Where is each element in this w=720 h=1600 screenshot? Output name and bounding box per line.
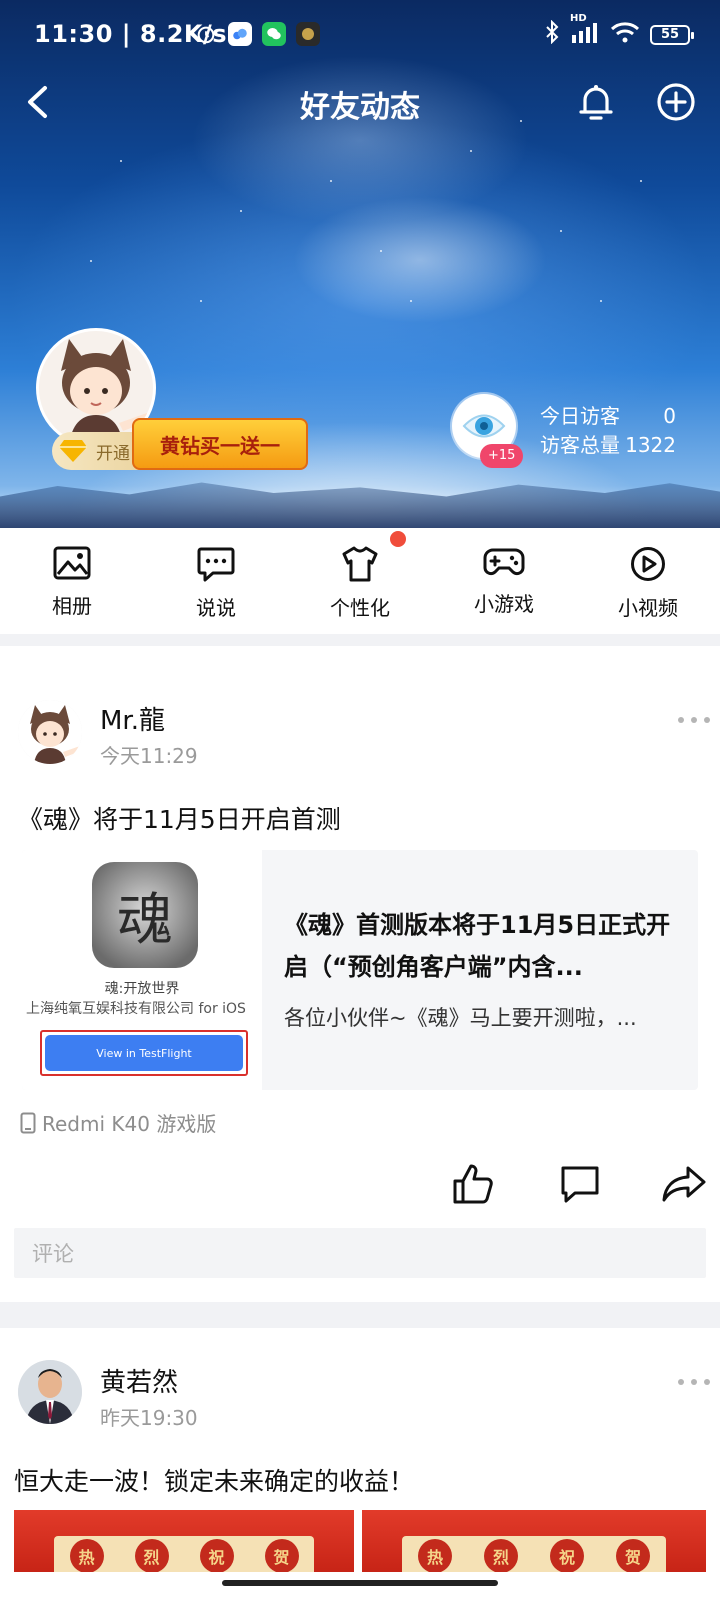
app-logo-char: 魂 <box>117 887 173 953</box>
testflight-button: View in TestFlight <box>45 1035 243 1071</box>
more-options-button[interactable] <box>674 710 714 730</box>
thumb-app-name: 魂:开放世界 <box>104 981 180 997</box>
image-seal: 贺 <box>616 1539 650 1572</box>
today-visitors-value: 0 <box>663 404 676 428</box>
play-icon <box>631 547 665 581</box>
menu-minigames[interactable]: 小游戏 <box>432 528 576 634</box>
alarm-icon <box>194 22 218 46</box>
menu-personalize-label: 个性化 <box>330 596 390 620</box>
image-seal: 祝 <box>199 1539 234 1572</box>
yellow-diamond-promo[interactable]: 黄钻买一送一 <box>132 418 308 470</box>
home-indicator[interactable] <box>222 1580 498 1586</box>
bluetooth-icon <box>544 19 560 49</box>
app-logo: 魂 <box>92 862 198 968</box>
post-author-name[interactable]: 黄若然 <box>100 1362 178 1399</box>
total-visitors-value: 1322 <box>625 433 676 457</box>
menu-minigames-label: 小游戏 <box>474 592 534 616</box>
image-seal: 烈 <box>484 1539 518 1572</box>
network-type: HD <box>570 13 587 24</box>
gamepad-icon <box>483 548 525 576</box>
signal-icon: HD <box>570 13 600 48</box>
notifications-button[interactable] <box>572 78 620 126</box>
vip-label: 开通 <box>96 443 130 464</box>
game-app-icon <box>296 22 320 46</box>
device-name: Redmi K40 游戏版 <box>42 1112 217 1136</box>
post-image[interactable]: 热 烈 祝 贺 <box>362 1510 706 1572</box>
post-time: 昨天19:30 <box>100 1406 198 1430</box>
thumbs-up-icon <box>453 1164 493 1204</box>
comment-icon <box>561 1166 599 1203</box>
phone-icon <box>20 1112 36 1133</box>
cloud-app-icon <box>228 22 252 46</box>
post-text: 《魂》将于11月5日开启首测 <box>18 805 341 834</box>
chat-icon <box>197 547 235 582</box>
image-seal: 热 <box>69 1539 104 1572</box>
post-divider <box>0 1302 720 1328</box>
shared-link-card[interactable]: 魂 魂:开放世界 上海纯氧互娱科技有限公司 for iOS View in Te… <box>22 850 698 1090</box>
post-author-avatar[interactable] <box>18 700 82 764</box>
diamond-icon <box>59 440 87 462</box>
post-author-avatar[interactable] <box>18 1360 82 1424</box>
image-seal: 烈 <box>134 1539 169 1572</box>
comment-placeholder: 评论 <box>32 1242 74 1266</box>
eye-icon <box>462 414 506 438</box>
more-dots-icon <box>678 717 684 723</box>
image-seal: 贺 <box>264 1539 299 1572</box>
top-navigation: 好友动态 <box>0 70 720 134</box>
status-bar: 11:30 | 8.2K/s HD 55 <box>0 0 720 70</box>
more-options-button[interactable] <box>674 1372 714 1392</box>
comment-input[interactable]: 评论 <box>14 1228 706 1278</box>
image-seal: 热 <box>418 1539 452 1572</box>
today-visitors-label: 今日访客 <box>540 404 620 428</box>
album-icon <box>53 546 91 580</box>
add-button[interactable] <box>652 78 700 126</box>
menu-album[interactable]: 相册 <box>0 528 144 634</box>
post-text: 恒大走一波！锁定未来确定的收益！ <box>14 1467 415 1496</box>
more-dots-icon <box>678 1379 684 1385</box>
like-button[interactable] <box>450 1160 498 1208</box>
menu-moments[interactable]: 说说 <box>144 528 288 634</box>
comment-button[interactable] <box>556 1160 604 1208</box>
promo-text: 黄钻买一送一 <box>160 433 280 458</box>
new-indicator-dot <box>390 531 406 547</box>
menu-shortvideo[interactable]: 小视频 <box>576 528 720 634</box>
status-time: 11:30 <box>34 20 113 48</box>
thumb-company: 上海纯氧互娱科技有限公司 for iOS <box>26 1001 246 1017</box>
menu-album-label: 相册 <box>52 594 92 618</box>
tshirt-icon <box>342 546 378 582</box>
share-button[interactable] <box>660 1160 708 1208</box>
post-image[interactable]: 热 烈 祝 贺 <box>14 1510 354 1572</box>
wechat-icon <box>262 22 286 46</box>
image-seal: 祝 <box>550 1539 584 1572</box>
plus-circle-icon <box>657 83 695 121</box>
wifi-icon <box>610 21 640 48</box>
menu-moments-label: 说说 <box>196 596 236 620</box>
card-title: 《魂》首测版本将于11月5日正式开启（“预创角客户端”内含... <box>284 911 671 981</box>
card-description: 各位小伙伴~《魂》马上要开测啦，... <box>284 1006 637 1030</box>
battery-level: 55 <box>660 27 680 42</box>
battery-icon: 55 <box>650 24 694 45</box>
post-time: 今天11:29 <box>100 744 198 768</box>
visitor-stats: 今日访客 0 访客总量 1322 <box>540 402 676 460</box>
menu-personalize[interactable]: 个性化 <box>288 528 432 634</box>
total-visitors-label: 访客总量 <box>540 433 620 457</box>
menu-shortvideo-label: 小视频 <box>618 596 678 620</box>
device-info: Redmi K40 游戏版 <box>20 1108 216 1137</box>
visitor-new-count: +15 <box>480 444 524 468</box>
post-author-name[interactable]: Mr.龍 <box>100 700 165 737</box>
quick-menu: 相册 说说 个性化 小游戏 小视频 <box>0 528 720 634</box>
bell-icon <box>579 85 613 120</box>
share-icon <box>662 1166 706 1202</box>
section-divider <box>0 634 720 646</box>
card-thumbnail: 魂 魂:开放世界 上海纯氧互娱科技有限公司 for iOS View in Te… <box>22 850 262 1090</box>
